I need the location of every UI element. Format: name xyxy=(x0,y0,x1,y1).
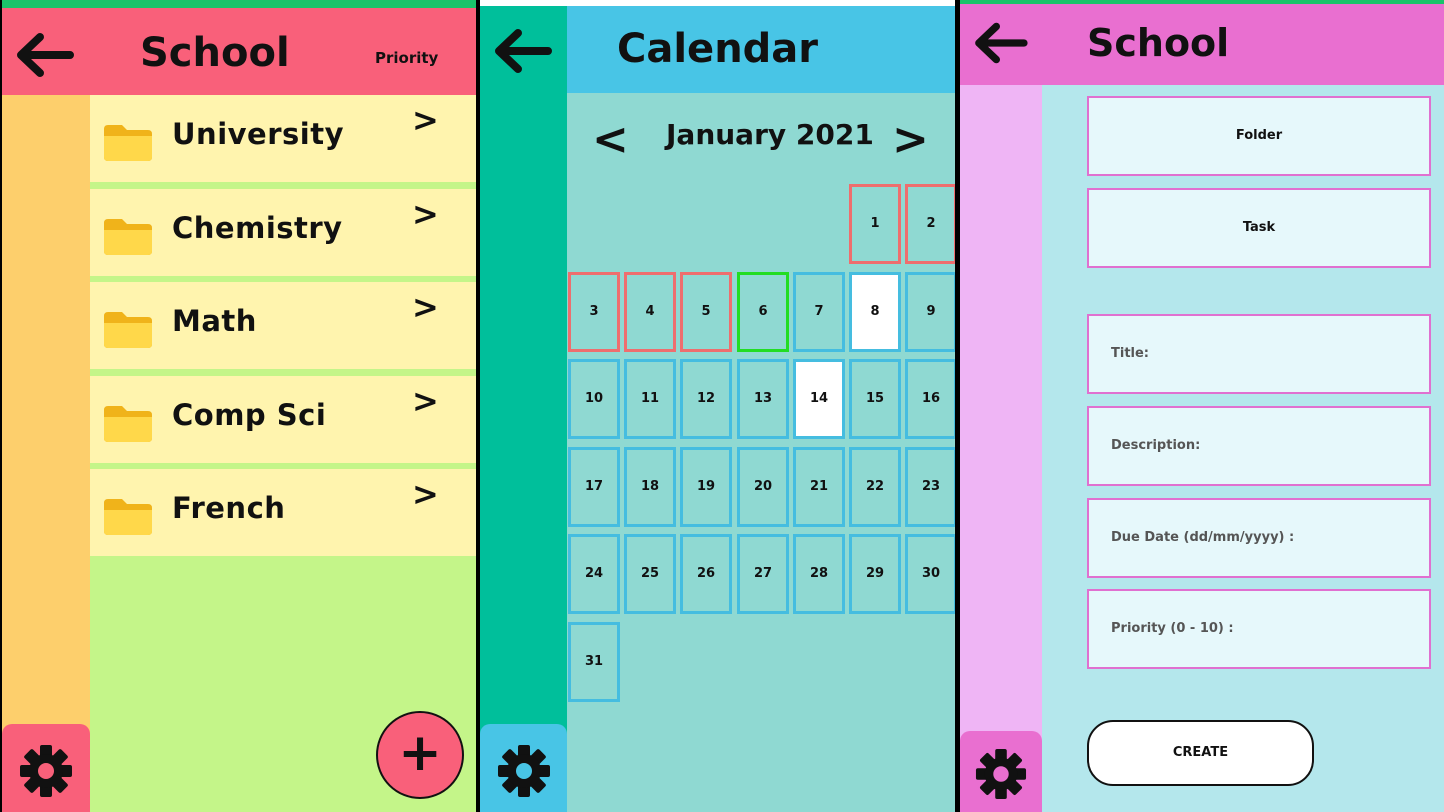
calendar-day[interactable]: 21 xyxy=(793,447,845,527)
folder-name: Comp Sci xyxy=(172,398,327,432)
folder-icon xyxy=(102,123,154,167)
folder-name: University xyxy=(172,117,344,151)
calendar-day[interactable]: 7 xyxy=(793,272,845,352)
calendar-day[interactable]: 4 xyxy=(624,272,676,352)
plus-icon: + xyxy=(398,723,442,783)
calendar-day[interactable]: 30 xyxy=(905,534,955,614)
sidebar xyxy=(480,6,567,812)
folder-icon xyxy=(102,497,154,541)
priority-field[interactable]: Priority (0 - 10) : xyxy=(1087,589,1431,669)
back-button[interactable] xyxy=(12,30,76,80)
create-header: School xyxy=(960,4,1444,85)
arrow-left-icon xyxy=(975,22,1028,64)
create-button[interactable]: CREATE xyxy=(1087,720,1314,786)
folder-header: School Priority xyxy=(2,8,476,95)
calendar-day[interactable]: 20 xyxy=(737,447,789,527)
calendar-screen: Calendar < January 2021 > 1 2 3 4 5 6 7 8 9 10 11 1… xyxy=(480,0,955,812)
folder-name: French xyxy=(172,491,286,525)
chevron-right-icon[interactable]: > xyxy=(412,382,439,420)
settings-button[interactable] xyxy=(960,731,1042,812)
chevron-right-icon[interactable]: > xyxy=(412,288,439,326)
sidebar xyxy=(2,95,90,812)
settings-button[interactable] xyxy=(480,724,567,812)
sidebar xyxy=(960,85,1042,812)
calendar-day[interactable]: 3 xyxy=(568,272,620,352)
folder-option-button[interactable]: Folder xyxy=(1087,96,1431,176)
calendar-day[interactable]: 14 xyxy=(793,359,845,439)
calendar-day[interactable]: 24 xyxy=(568,534,620,614)
arrow-left-icon xyxy=(495,29,552,73)
folder-row[interactable]: French > xyxy=(90,469,476,556)
folder-icon xyxy=(102,217,154,261)
task-option-button[interactable]: Task xyxy=(1087,188,1431,268)
calendar-day[interactable]: 16 xyxy=(905,359,955,439)
calendar-day[interactable]: 18 xyxy=(624,447,676,527)
task-option-label: Task xyxy=(1242,220,1276,235)
calendar-day[interactable]: 26 xyxy=(680,534,732,614)
month-label: January 2021 xyxy=(666,118,874,151)
calendar-day[interactable]: 31 xyxy=(568,622,620,702)
folder-name: Math xyxy=(172,304,257,338)
calendar-day[interactable]: 27 xyxy=(737,534,789,614)
chevron-right-icon[interactable]: > xyxy=(412,475,439,513)
calendar-day[interactable]: 23 xyxy=(905,447,955,527)
gear-icon xyxy=(20,745,72,797)
calendar-day[interactable]: 15 xyxy=(849,359,901,439)
due-date-field[interactable]: Due Date (dd/mm/yyyy) : xyxy=(1087,498,1431,578)
folder-name: Chemistry xyxy=(172,211,343,245)
calendar-day[interactable]: 29 xyxy=(849,534,901,614)
prev-month-button[interactable]: < xyxy=(592,114,629,165)
calendar-day[interactable]: 2 xyxy=(905,184,955,264)
folder-option-label: Folder xyxy=(1235,128,1283,143)
chevron-right-icon[interactable]: > xyxy=(412,101,439,139)
calendar-day[interactable]: 13 xyxy=(737,359,789,439)
description-field-label: Description: xyxy=(1111,438,1201,453)
due-date-field-label: Due Date (dd/mm/yyyy) : xyxy=(1111,530,1295,545)
priority-field-label: Priority (0 - 10) : xyxy=(1111,621,1234,636)
calendar-day[interactable]: 11 xyxy=(624,359,676,439)
calendar-day[interactable]: 5 xyxy=(680,272,732,352)
description-field[interactable]: Description: xyxy=(1087,406,1431,486)
gear-icon xyxy=(498,745,550,797)
back-button[interactable] xyxy=(490,26,554,76)
next-month-button[interactable]: > xyxy=(892,114,929,165)
folder-row[interactable]: Comp Sci > xyxy=(90,376,476,463)
folder-icon xyxy=(102,310,154,354)
calendar-day[interactable]: 6 xyxy=(737,272,789,352)
calendar-day[interactable]: 9 xyxy=(905,272,955,352)
page-title: Calendar xyxy=(617,26,819,72)
page-title: School xyxy=(1087,21,1230,65)
calendar-day[interactable]: 19 xyxy=(680,447,732,527)
calendar-day[interactable]: 28 xyxy=(793,534,845,614)
settings-button[interactable] xyxy=(2,724,90,812)
title-field-label: Title: xyxy=(1111,346,1150,361)
back-button[interactable] xyxy=(970,20,1030,66)
title-field[interactable]: Title: xyxy=(1087,314,1431,394)
calendar-day[interactable]: 25 xyxy=(624,534,676,614)
folder-icon xyxy=(102,404,154,448)
folder-screen: School Priority University > Chemistry > Mat… xyxy=(2,0,476,812)
calendar-day[interactable]: 8 xyxy=(849,272,901,352)
chevron-right-icon[interactable]: > xyxy=(412,195,439,233)
priority-sort-button[interactable]: Priority xyxy=(375,49,438,67)
add-button[interactable]: + xyxy=(376,711,464,799)
arrow-left-icon xyxy=(17,33,74,77)
calendar-day[interactable]: 17 xyxy=(568,447,620,527)
top-accent-bar xyxy=(2,0,476,8)
folder-row[interactable]: Math > xyxy=(90,282,476,369)
create-screen: School Folder Task Title: Description: D… xyxy=(960,0,1444,812)
calendar-day[interactable]: 12 xyxy=(680,359,732,439)
folder-row[interactable]: University > xyxy=(90,95,476,182)
folder-row[interactable]: Chemistry > xyxy=(90,189,476,276)
calendar-day[interactable]: 10 xyxy=(568,359,620,439)
gear-icon xyxy=(975,748,1027,800)
calendar-header: Calendar xyxy=(567,6,955,93)
calendar-day[interactable]: 1 xyxy=(849,184,901,264)
page-title: School xyxy=(140,30,290,76)
calendar-day[interactable]: 22 xyxy=(849,447,901,527)
